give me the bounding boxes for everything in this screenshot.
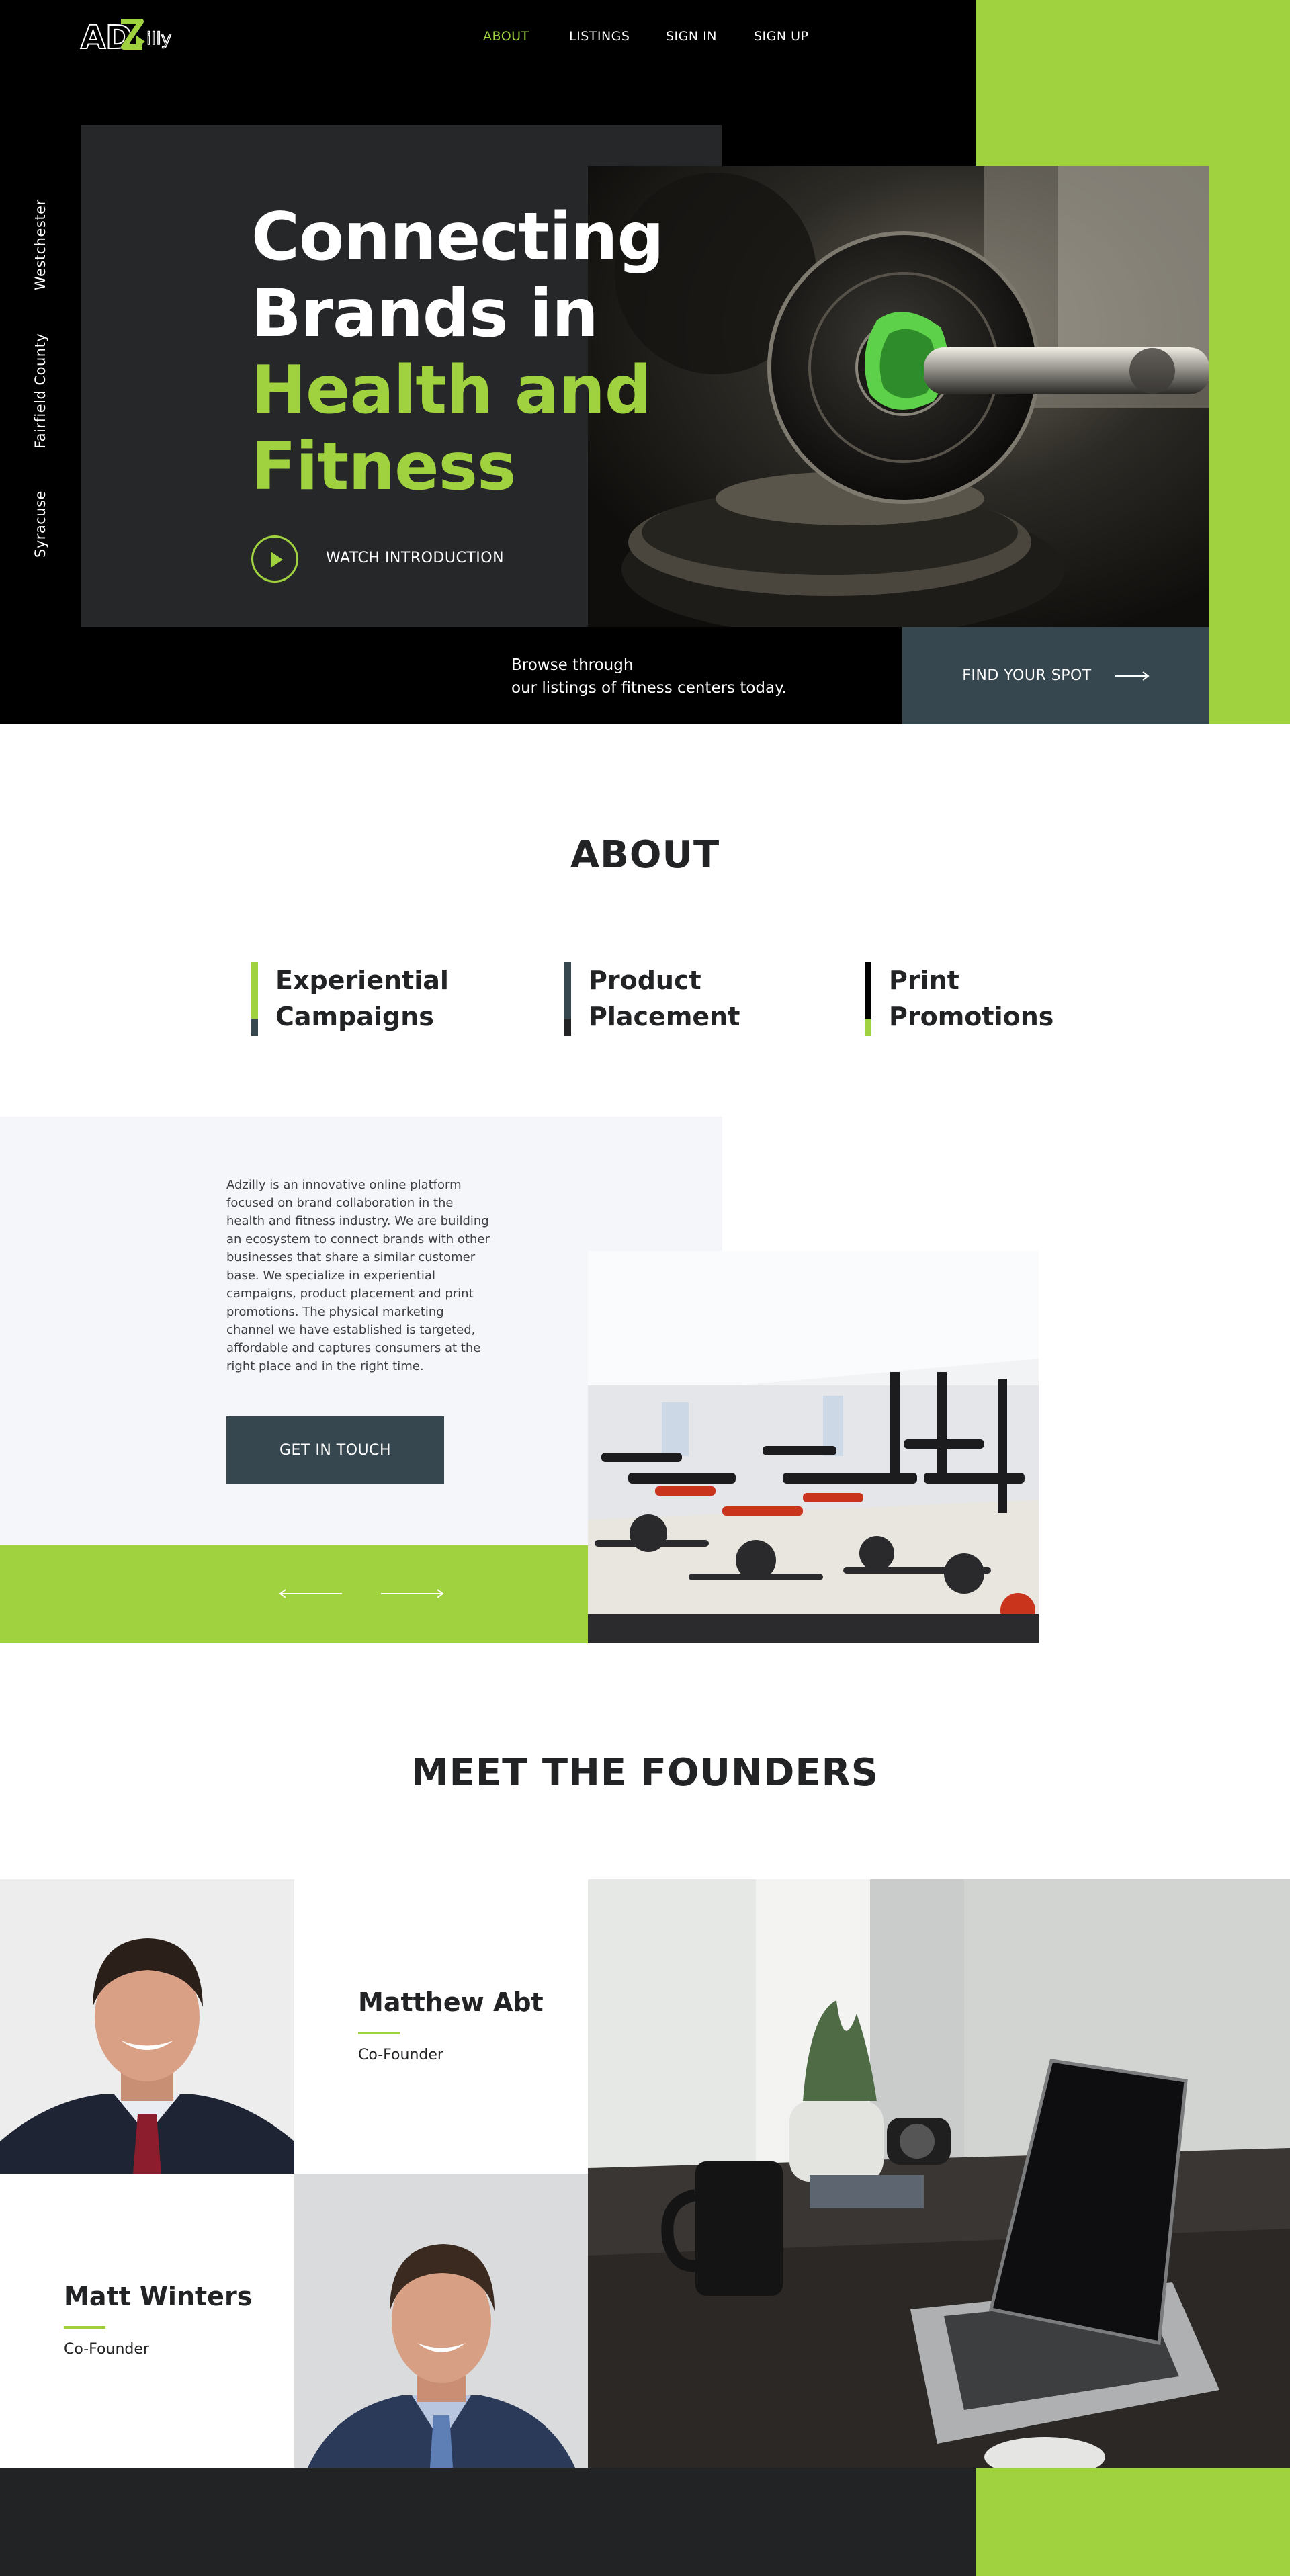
service-experiential-campaigns: Experiential Campaigns — [251, 962, 450, 1036]
founder-role: Co-Founder — [64, 2341, 149, 2358]
adzilly-logo[interactable]: AD illy — [79, 13, 173, 58]
location-syracuse[interactable]: Syracuse — [32, 490, 48, 558]
founder-accent-line — [64, 2326, 105, 2329]
browse-line-2: our listings of fitness centers today. — [511, 679, 787, 697]
service-accent-bar — [865, 962, 871, 1036]
browse-line-1: Browse through — [511, 656, 634, 674]
service-product-placement: Product Placement — [564, 962, 763, 1036]
footer-accent-panel — [976, 2468, 1290, 2576]
about-description: Adzilly is an innovative online platform… — [226, 1178, 490, 1373]
play-icon — [271, 552, 283, 568]
get-in-touch-button[interactable]: GET IN TOUCH — [226, 1416, 444, 1484]
headline-line-3: Health and — [251, 352, 652, 429]
gym-interior-photo — [588, 1251, 1039, 1643]
headline-line-1: Connecting — [251, 199, 664, 275]
find-your-spot-label: FIND YOUR SPOT — [962, 667, 1092, 684]
carousel-next-button[interactable] — [380, 1586, 444, 1602]
location-fairfield-county[interactable]: Fairfield County — [32, 333, 48, 449]
founder-card-matt-winters — [0, 2174, 294, 2468]
headline-line-4: Fitness — [251, 429, 516, 505]
desk-laptop-photo — [588, 1879, 1290, 2468]
svg-text:AD: AD — [81, 19, 132, 56]
service-print-promotions: Print Promotions — [865, 962, 1064, 1036]
arrow-right-icon — [381, 1589, 444, 1598]
service-label-line-1: Experiential — [275, 965, 449, 995]
carousel-prev-button[interactable] — [279, 1586, 343, 1602]
play-button[interactable] — [251, 535, 298, 583]
service-accent-bar — [564, 962, 571, 1036]
founder-name: Matthew Abt — [358, 1987, 544, 2017]
svg-text:illy: illy — [146, 29, 171, 49]
founder-photo-matthew-abt — [0, 1879, 294, 2174]
hero-headline: Connecting Brands in Health and Fitness — [251, 199, 722, 505]
founder-photo-matt-winters — [294, 2174, 589, 2468]
founder-accent-line — [358, 2032, 400, 2034]
headline-line-2: Brands in — [251, 275, 599, 352]
service-label-line-2: Placement — [589, 1002, 740, 1031]
nav-listings[interactable]: LISTINGS — [569, 0, 630, 73]
nav-about[interactable]: ABOUT — [483, 0, 529, 73]
arrow-left-icon — [279, 1589, 342, 1598]
service-label-line-1: Print — [889, 965, 959, 995]
service-label-line-2: Campaigns — [275, 1002, 434, 1031]
arrow-right-icon — [1114, 671, 1150, 681]
find-your-spot-button[interactable]: FIND YOUR SPOT — [902, 627, 1209, 724]
footer-background — [0, 2468, 976, 2576]
service-label-line-2: Promotions — [889, 1002, 1054, 1031]
watch-introduction-link[interactable]: WATCH INTRODUCTION — [326, 550, 504, 566]
founder-name: Matt Winters — [64, 2282, 253, 2311]
founder-card-matthew-abt — [294, 1879, 589, 2174]
about-title: ABOUT — [570, 833, 720, 877]
founder-role: Co-Founder — [358, 2047, 443, 2063]
service-label-line-1: Product — [589, 965, 701, 995]
nav-sign-up[interactable]: SIGN UP — [754, 0, 809, 73]
location-westchester[interactable]: Westchester — [32, 199, 48, 290]
browse-listings-text: Browse through our listings of fitness c… — [511, 654, 787, 699]
service-accent-bar — [251, 962, 258, 1036]
founders-title: MEET THE FOUNDERS — [411, 1751, 879, 1795]
nav-sign-in[interactable]: SIGN IN — [666, 0, 717, 73]
